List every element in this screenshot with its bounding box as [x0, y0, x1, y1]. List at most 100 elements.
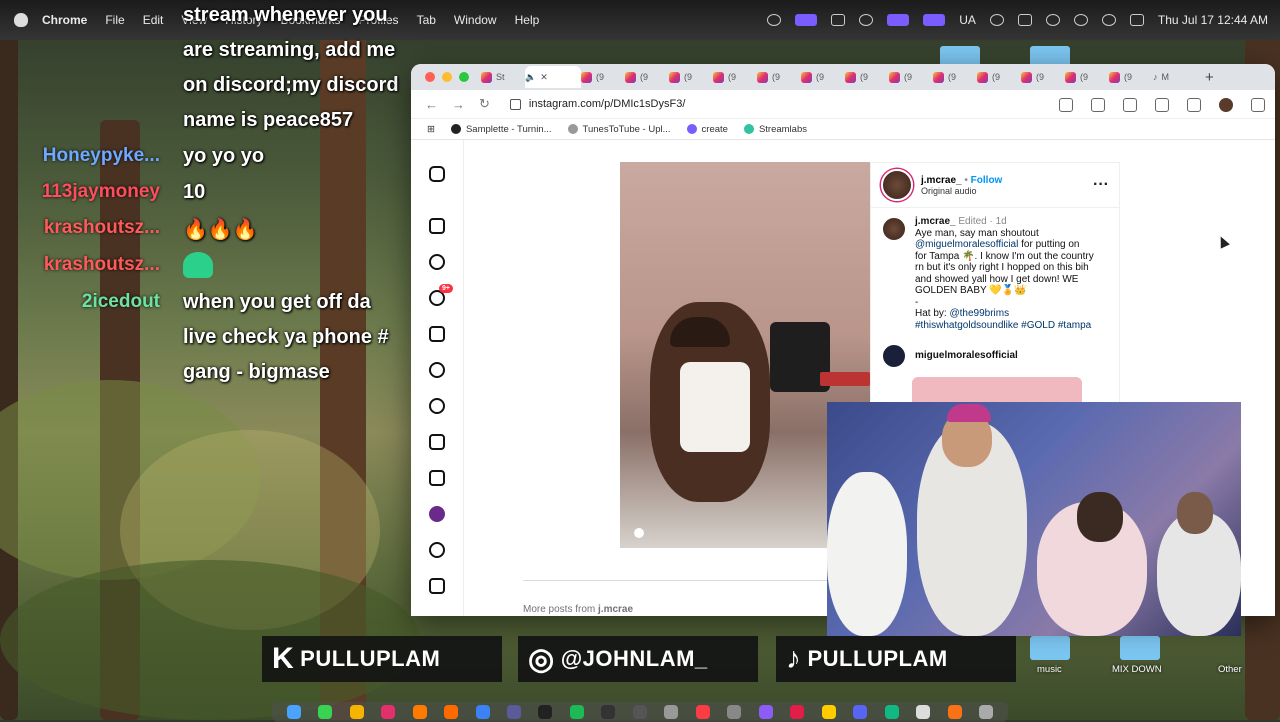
- caption-username[interactable]: j.mcrae_: [915, 216, 956, 227]
- desktop-folder-music[interactable]: [1030, 636, 1070, 660]
- spotify-icon[interactable]: [569, 705, 584, 719]
- forward-icon[interactable]: →: [452, 97, 465, 112]
- mention-link[interactable]: @miguelmoralesofficial: [915, 239, 1018, 250]
- moon-icon[interactable]: [1073, 14, 1088, 26]
- clock[interactable]: Thu Jul 17 12:44 AM: [1158, 13, 1268, 27]
- app-icon[interactable]: [475, 705, 490, 719]
- app-icon[interactable]: [790, 705, 805, 719]
- messages-icon[interactable]: [318, 705, 333, 719]
- apps-grid-icon[interactable]: ⊞: [427, 124, 435, 135]
- more-options-icon[interactable]: ···: [1093, 176, 1109, 194]
- terminal-icon[interactable]: [632, 705, 647, 719]
- discord-icon[interactable]: [853, 705, 868, 719]
- hat-link[interactable]: @the99brims: [949, 308, 1009, 319]
- status-icon[interactable]: [831, 14, 846, 26]
- audio-label[interactable]: Original audio: [921, 186, 1002, 196]
- browser-tab[interactable]: (9: [713, 66, 757, 88]
- browser-tab[interactable]: (9: [625, 66, 669, 88]
- search-icon[interactable]: [429, 254, 445, 270]
- comment-username[interactable]: miguelmoralesofficial: [915, 350, 1018, 362]
- messages-icon[interactable]: [429, 362, 445, 378]
- more-posts-user[interactable]: j.mcrae: [598, 604, 633, 615]
- minimize-window-button[interactable]: [442, 72, 452, 82]
- close-window-button[interactable]: [425, 72, 435, 82]
- comment-avatar[interactable]: [881, 343, 907, 369]
- app-icon[interactable]: [538, 705, 553, 719]
- bookmark-samplette[interactable]: Samplette - Turnin...: [450, 124, 552, 135]
- control-center-icon[interactable]: [1129, 14, 1144, 26]
- user-tag-icon[interactable]: [634, 528, 644, 538]
- app-icon[interactable]: [758, 705, 773, 719]
- browser-tab[interactable]: St: [481, 66, 525, 88]
- status-icon[interactable]: [767, 14, 782, 26]
- app-icon[interactable]: [601, 705, 616, 719]
- vlc-icon[interactable]: [947, 705, 962, 719]
- browser-tab[interactable]: (9: [1109, 66, 1153, 88]
- finder-icon[interactable]: [286, 705, 301, 719]
- play-icon[interactable]: [989, 14, 1004, 26]
- zoom-window-button[interactable]: [459, 72, 469, 82]
- browser-tab[interactable]: (9: [801, 66, 845, 88]
- browser-tab[interactable]: (9: [977, 66, 1021, 88]
- browser-tab[interactable]: (9: [1065, 66, 1109, 88]
- create-post-icon[interactable]: [429, 434, 445, 450]
- search-icon[interactable]: [1101, 14, 1116, 26]
- browser-tab[interactable]: (9: [669, 66, 713, 88]
- firefox-icon[interactable]: [412, 705, 427, 719]
- browser-tab[interactable]: ♪ M: [1153, 66, 1197, 88]
- menu-help[interactable]: Help: [515, 13, 540, 27]
- more-menu-icon[interactable]: [429, 578, 445, 594]
- app-icon[interactable]: [916, 705, 931, 719]
- app-icon[interactable]: [664, 705, 679, 719]
- caption-avatar[interactable]: [881, 216, 907, 242]
- media-icon[interactable]: [1187, 98, 1201, 112]
- browser-tab[interactable]: (9: [889, 66, 933, 88]
- tab-search-icon[interactable]: [1155, 98, 1169, 112]
- app-icon[interactable]: [444, 705, 459, 719]
- notes-icon[interactable]: [821, 705, 836, 719]
- threads-icon[interactable]: [429, 542, 445, 558]
- menu-window[interactable]: Window: [454, 13, 497, 27]
- heart-icon[interactable]: [429, 398, 445, 414]
- author-username[interactable]: j.mcrae_: [921, 175, 962, 186]
- instagram-logo-icon[interactable]: [429, 166, 445, 182]
- back-icon[interactable]: ←: [425, 97, 438, 112]
- cast-icon[interactable]: [1059, 98, 1073, 112]
- reels-icon[interactable]: [429, 326, 445, 342]
- status-icon[interactable]: [887, 14, 910, 26]
- dashboard-icon[interactable]: [429, 470, 445, 486]
- browser-tab[interactable]: (9: [581, 66, 625, 88]
- bookmark-create[interactable]: create: [686, 124, 728, 135]
- close-tab-icon[interactable]: ✕: [540, 72, 548, 83]
- bookmark-streamlabs[interactable]: Streamlabs: [743, 124, 807, 135]
- menu-icon[interactable]: [1251, 98, 1265, 112]
- music-icon[interactable]: [695, 705, 710, 719]
- new-tab-button[interactable]: +: [1205, 69, 1214, 86]
- browser-tab[interactable]: (9: [1021, 66, 1065, 88]
- address-bar[interactable]: instagram.com/p/DMIc1sDysF3/: [509, 94, 1070, 114]
- battery-icon[interactable]: [1017, 14, 1032, 26]
- wifi-icon[interactable]: [1045, 14, 1060, 26]
- reload-icon[interactable]: ↻: [479, 96, 490, 112]
- browser-tab[interactable]: (9: [845, 66, 889, 88]
- hashtags[interactable]: #thiswhatgoldsoundlike #GOLD #tampa: [915, 320, 1094, 332]
- bookmark-star-icon[interactable]: [1091, 98, 1105, 112]
- profile-avatar[interactable]: [429, 506, 445, 522]
- browser-tab[interactable]: (9: [933, 66, 977, 88]
- browser-tab[interactable]: (9: [757, 66, 801, 88]
- status-icon[interactable]: [859, 14, 874, 26]
- menu-tab[interactable]: Tab: [417, 13, 436, 27]
- bookmark-tunestotube[interactable]: TunesToTube - Upl...: [567, 124, 671, 135]
- app-icon[interactable]: [507, 705, 522, 719]
- desktop-folder-mix-down[interactable]: [1120, 636, 1160, 660]
- app-icon[interactable]: [884, 705, 899, 719]
- chrome-icon[interactable]: [349, 705, 364, 719]
- trash-icon[interactable]: [979, 705, 994, 719]
- screen-share-icon[interactable]: [795, 14, 818, 26]
- app-icon[interactable]: [381, 705, 396, 719]
- site-info-icon[interactable]: [509, 98, 521, 110]
- home-icon[interactable]: [429, 218, 445, 234]
- browser-tab-active[interactable]: 🔈 ✕: [525, 66, 581, 88]
- app-icon[interactable]: [727, 705, 742, 719]
- profile-avatar[interactable]: [1219, 98, 1233, 112]
